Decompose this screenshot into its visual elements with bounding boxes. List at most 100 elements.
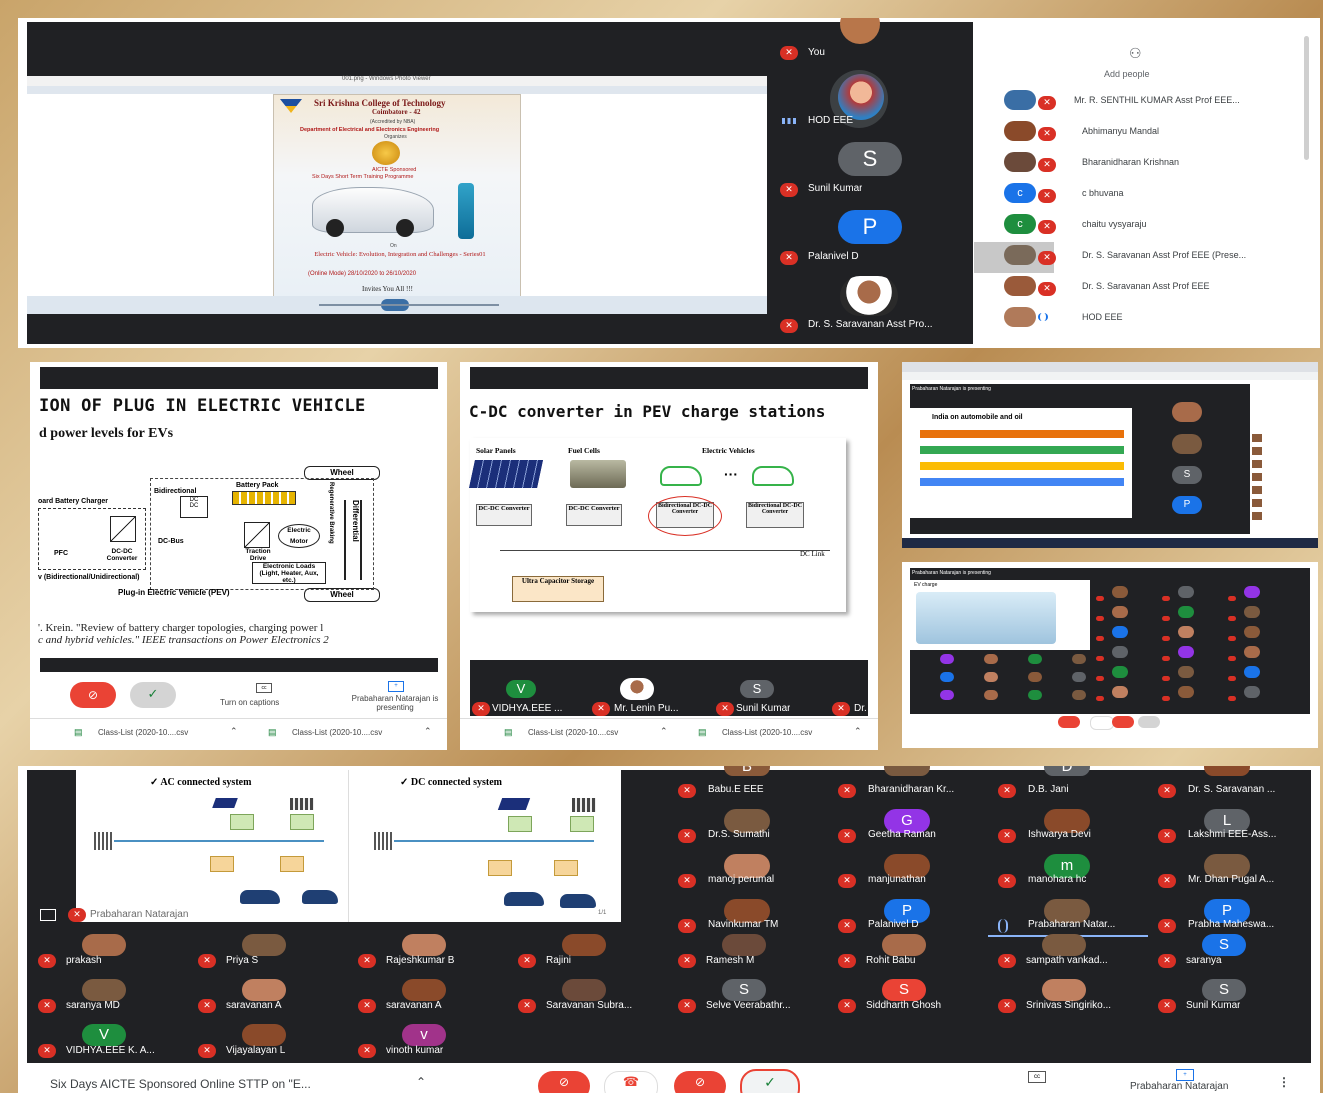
- dc-link-label: DC Link: [800, 550, 825, 558]
- tile-name: Dr. S. Saravanan Asst Pro...: [808, 319, 933, 330]
- top-meeting-screenshot: 001.png - Windows Photo Viewer Sri Krish…: [18, 18, 1320, 348]
- chevron-up-icon[interactable]: ⌃: [660, 726, 668, 737]
- mini-grid-lower: [914, 654, 1090, 712]
- chevron-up-icon[interactable]: ⌃: [416, 1075, 426, 1089]
- participant-avatar: [1004, 276, 1036, 296]
- participant-name[interactable]: Dr. S. Saravanan Asst Prof EEE (Prese...: [1082, 250, 1246, 260]
- microphone-off-icon: ✕: [678, 829, 696, 843]
- tile-name: saranya MD: [66, 1000, 120, 1011]
- microphone-off-icon: ✕: [838, 829, 856, 843]
- microphone-off-icon: [1096, 676, 1104, 681]
- tile-name: vinoth kumar: [386, 1045, 444, 1056]
- microphone-off-icon: ✕: [678, 999, 696, 1013]
- microphone-off-icon: [1162, 696, 1170, 701]
- camera-off-button[interactable]: ⊘: [70, 682, 116, 708]
- viewer-controls[interactable]: [319, 304, 499, 306]
- accredited-line: (Accredited by NBA): [370, 119, 416, 125]
- camera-off-button[interactable]: ⊘: [674, 1071, 726, 1093]
- participant-name[interactable]: c bhuvana: [1082, 188, 1124, 198]
- participant-name[interactable]: Abhimanyu Mandal: [1082, 126, 1159, 136]
- confirm-check-button[interactable]: ✓: [130, 682, 176, 708]
- microphone-off-icon: ✕: [780, 46, 798, 60]
- present-icon[interactable]: +: [1176, 1069, 1194, 1081]
- mini-participant-avatar: [940, 672, 954, 682]
- participant-name[interactable]: Dr. S. Saravanan Asst Prof EEE: [1082, 281, 1210, 291]
- mini-participant-avatar: [1072, 672, 1086, 682]
- end-call-button[interactable]: ☎: [604, 1071, 658, 1093]
- sidebar-scrollbar[interactable]: [1304, 36, 1309, 160]
- participant-name[interactable]: Bharanidharan Krishnan: [1082, 157, 1179, 167]
- download-item[interactable]: Class-List (2020-10....csv: [722, 728, 812, 737]
- avatar: [1172, 402, 1202, 422]
- mini-participant-avatar: [1072, 690, 1086, 700]
- camera-off-button[interactable]: [1112, 716, 1134, 728]
- ev-car-icon: [302, 890, 338, 904]
- mic-off-button[interactable]: ⊘: [538, 1071, 590, 1093]
- tile-name: Dr.: [854, 703, 867, 714]
- mini-participant-avatar: [940, 690, 954, 700]
- present-icon[interactable]: +: [388, 681, 404, 692]
- ellipsis-dots: ···: [724, 466, 738, 482]
- microphone-off-icon: ✕: [358, 954, 376, 968]
- mini-participant-avatar: [1178, 626, 1194, 638]
- participant-avatar: [1204, 766, 1250, 776]
- participant-name[interactable]: chaitu vysyaraju: [1082, 219, 1147, 229]
- mic-off-button[interactable]: [1058, 716, 1080, 728]
- dc-link-line: [500, 550, 830, 551]
- presenting-banner: Prabaharan Natarajan is presenting: [912, 386, 991, 392]
- confirm-check-button[interactable]: [1138, 716, 1160, 728]
- confirm-check-button[interactable]: ✓: [740, 1069, 800, 1093]
- end-call-button[interactable]: [1090, 716, 1114, 730]
- mini-participant-avatar: [1244, 686, 1260, 698]
- microphone-off-icon: [1228, 596, 1236, 601]
- microphone-off-icon: ✕: [38, 954, 56, 968]
- meeting-title[interactable]: Six Days AICTE Sponsored Online STTP on …: [50, 1077, 311, 1091]
- present-icon: [40, 909, 56, 921]
- slide-title: EV charge: [914, 582, 938, 588]
- captions-icon[interactable]: cc: [1028, 1071, 1046, 1083]
- participant-avatar: [1004, 245, 1036, 265]
- browser-tabs: [902, 362, 1318, 372]
- microphone-off-icon: [1228, 616, 1236, 621]
- download-item[interactable]: Class-List (2020-10....csv: [98, 728, 188, 737]
- speaking-indicator-icon: [1038, 313, 1048, 321]
- download-item[interactable]: Class-List (2020-10....csv: [292, 728, 382, 737]
- microphone-off-icon: ✕: [838, 784, 856, 798]
- grid-icon: [94, 832, 114, 850]
- tile-name: Sunil Kumar: [736, 703, 791, 714]
- photo-viewer-menubar[interactable]: [27, 86, 767, 94]
- chevron-up-icon[interactable]: ⌃: [854, 726, 862, 737]
- participant-avatar: [562, 934, 606, 956]
- download-item[interactable]: Class-List (2020-10....csv: [528, 728, 618, 737]
- tile-name: saravanan A: [386, 1000, 442, 1011]
- microphone-off-icon: ✕: [198, 954, 216, 968]
- control-bar: [902, 714, 1318, 748]
- participant-name[interactable]: Mr. R. SENTHIL KUMAR Asst Prof EEE...: [1074, 95, 1240, 105]
- ev-car-icon: [560, 894, 596, 908]
- chevron-up-icon[interactable]: ⌃: [424, 726, 432, 737]
- tile-name: Bharanidharan Kr...: [868, 784, 955, 795]
- converter-box: [508, 816, 532, 832]
- participant-avatar: [402, 934, 446, 956]
- converter-box: [290, 814, 314, 830]
- presented-slide: ✓ AC connected system ✓ DC connected sys…: [76, 770, 621, 922]
- participant-name[interactable]: HOD EEE: [1082, 312, 1123, 322]
- chevron-up-icon[interactable]: ⌃: [230, 726, 238, 737]
- microphone-off-icon: ✕: [518, 954, 536, 968]
- captions-button[interactable]: Turn on captions: [220, 698, 279, 707]
- converter-box: [488, 860, 512, 876]
- screenshot-oil-slide: Prabaharan Natarajan is presenting India…: [902, 362, 1318, 548]
- participant-avatar: v: [402, 1024, 446, 1046]
- add-people-icon[interactable]: ⚇: [1129, 46, 1142, 62]
- microphone-off-icon: ✕: [38, 999, 56, 1013]
- more-options-icon[interactable]: ⋮: [1278, 1075, 1290, 1089]
- participant-avatar: [82, 979, 126, 1001]
- add-people-button[interactable]: Add people: [1104, 69, 1150, 79]
- taskbar: [902, 538, 1318, 548]
- slide-subtitle: d power levels for EVs: [39, 426, 174, 441]
- captions-icon[interactable]: cc: [256, 683, 272, 693]
- converter-box: [554, 860, 578, 876]
- bus-line: [394, 840, 594, 842]
- tile-name: Ishwarya Devi: [1028, 829, 1091, 840]
- participant-avatar: S: [722, 979, 766, 1001]
